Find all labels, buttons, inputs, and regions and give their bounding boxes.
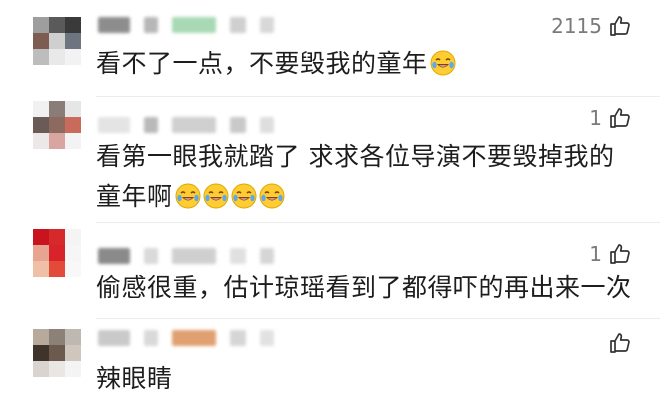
comment-2: 1 看第一眼我就踏了 求求各位导演不要毁掉我的童年啊 (0, 97, 660, 222)
username-blur-block (172, 17, 216, 33)
username-blur-block (230, 117, 246, 133)
username-blur-block (260, 117, 274, 133)
thumbs-up-icon[interactable] (608, 331, 632, 355)
avatar-pixel (33, 345, 49, 361)
username-blur-block (144, 117, 158, 133)
avatar-pixel (33, 361, 49, 377)
like-count: 2115 (551, 14, 602, 38)
username-blur-block (230, 330, 246, 346)
avatar-pixel (65, 49, 81, 65)
comment-4: 辣眼睛 (0, 319, 660, 405)
avatar-pixel (49, 49, 65, 65)
avatar-pixel (33, 133, 49, 149)
username-blurred[interactable] (98, 248, 274, 264)
avatar-pixel (65, 101, 81, 117)
avatar-pixel (65, 229, 81, 245)
laughing-crying-emoji-icon (175, 181, 201, 209)
comment-text: 看第一眼我就踏了 求求各位导演不要毁掉我的童年啊 (96, 137, 632, 217)
avatar-pixel (65, 117, 81, 133)
comment-text: 偷感很重，估计琼瑶看到了都得吓的再出来一次 (96, 268, 632, 308)
avatar-pixel (49, 101, 65, 117)
avatar-pixel (33, 17, 49, 33)
username-blur-block (230, 17, 246, 33)
username-blurred[interactable] (98, 117, 274, 133)
avatar-pixel (49, 261, 65, 277)
avatar-pixel (33, 261, 49, 277)
laughing-crying-emoji-icon (430, 48, 456, 76)
username-blur-block (144, 17, 158, 33)
laughing-crying-emoji-icon (231, 181, 257, 209)
like-control[interactable] (602, 331, 632, 355)
username-blur-block (260, 330, 274, 346)
avatar-pixel (49, 245, 65, 261)
username-blur-block (260, 248, 274, 264)
username-blur-block (260, 17, 274, 33)
username-blur-block (144, 248, 158, 264)
avatar-pixel (65, 33, 81, 49)
avatar-pixel (65, 329, 81, 345)
avatar-pixel (49, 361, 65, 377)
like-count: 1 (589, 106, 602, 130)
laughing-crying-emoji-icon (203, 181, 229, 209)
emoji-group (428, 49, 456, 78)
comment-1: 2115 看不了一点，不要毁我的童年 (0, 0, 660, 100)
avatar-pixel (65, 17, 81, 33)
like-count: 1 (589, 242, 602, 266)
like-control[interactable]: 1 (589, 106, 632, 130)
avatar-pixel (65, 261, 81, 277)
username-blurred[interactable] (98, 330, 274, 346)
comment-body: 偷感很重，估计琼瑶看到了都得吓的再出来一次 (96, 273, 632, 302)
thumbs-up-icon[interactable] (608, 14, 632, 38)
username-blur-block (98, 248, 130, 264)
username-blurred[interactable] (98, 17, 274, 33)
avatar-pixel (49, 33, 65, 49)
comment-text: 辣眼睛 (96, 359, 632, 399)
username-blur-block (172, 248, 216, 264)
avatar-pixel (33, 101, 49, 117)
username-blur-block (98, 17, 130, 33)
avatar-pixel (33, 117, 49, 133)
avatar-pixel (33, 49, 49, 65)
avatar-pixel (33, 245, 49, 261)
username-blur-block (98, 117, 130, 133)
username-blur-block (230, 248, 246, 264)
avatar-pixel (33, 33, 49, 49)
avatar-pixel (33, 229, 49, 245)
avatar-pixel (49, 345, 65, 361)
emoji-group (173, 182, 285, 211)
avatar-pixel (49, 117, 65, 133)
username-blur-block (172, 117, 216, 133)
comment-3: 1 偷感很重，估计琼瑶看到了都得吓的再出来一次 (0, 223, 660, 318)
thumbs-up-icon[interactable] (608, 106, 632, 130)
avatar-pixel (49, 133, 65, 149)
avatar-pixel (49, 17, 65, 33)
avatar-pixel (65, 133, 81, 149)
thumbs-up-icon[interactable] (608, 242, 632, 266)
username-blur-block (98, 330, 130, 346)
username-blur-block (144, 330, 158, 346)
like-control[interactable]: 1 (589, 242, 632, 266)
avatar-pixel (65, 345, 81, 361)
avatar-pixel (49, 329, 65, 345)
comment-body: 辣眼睛 (96, 364, 173, 393)
avatar[interactable] (33, 101, 81, 149)
comment-text: 看不了一点，不要毁我的童年 (96, 44, 632, 84)
like-control[interactable]: 2115 (551, 14, 632, 38)
username-blur-block (172, 330, 216, 346)
avatar[interactable] (33, 229, 81, 277)
avatar-pixel (33, 329, 49, 345)
avatar[interactable] (33, 329, 81, 377)
laughing-crying-emoji-icon (259, 181, 285, 209)
comment-body: 看不了一点，不要毁我的童年 (96, 49, 428, 78)
avatar-pixel (65, 245, 81, 261)
avatar-pixel (65, 361, 81, 377)
avatar[interactable] (33, 17, 81, 65)
avatar-pixel (49, 229, 65, 245)
